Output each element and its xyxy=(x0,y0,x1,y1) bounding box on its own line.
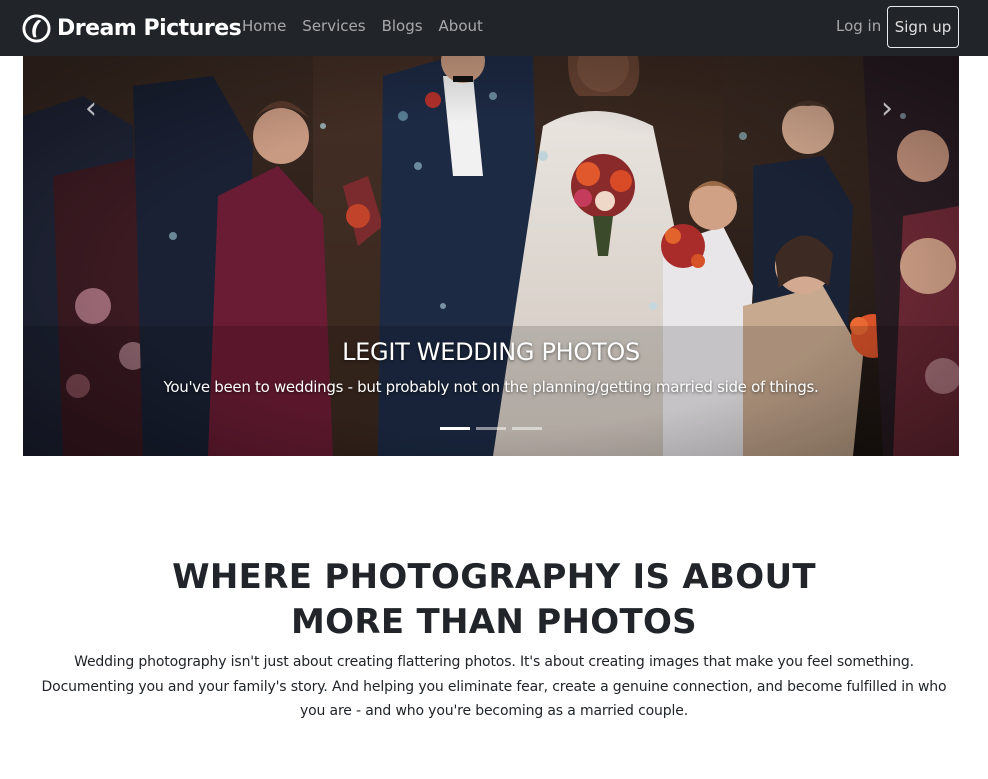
intro-heading-line-1: WHERE PHOTOGRAPHY IS ABOUT xyxy=(172,557,816,597)
nav-link-blogs[interactable]: Blogs xyxy=(382,17,423,35)
signup-button[interactable]: Sign up xyxy=(887,6,959,48)
nav-link-home[interactable]: Home xyxy=(242,17,286,35)
carousel-indicators xyxy=(440,427,542,430)
intro-heading-line-2: MORE THAN PHOTOS xyxy=(291,602,697,642)
carousel-caption-text: You've been to weddings - but probably n… xyxy=(163,378,819,396)
camera-aperture-icon xyxy=(22,13,51,43)
intro-text: Wedding photography isn't just about cre… xyxy=(41,654,947,719)
intro-heading: WHERE PHOTOGRAPHY IS ABOUT MORE THAN PHO… xyxy=(0,555,988,645)
nav-link-about[interactable]: About xyxy=(439,17,483,35)
chevron-left-icon[interactable]: ‹ xyxy=(79,88,103,128)
carousel-indicator-1[interactable] xyxy=(440,427,470,430)
login-link[interactable]: Log in xyxy=(836,17,881,35)
navbar: Dream Pictures Home Services Blogs About… xyxy=(0,0,988,56)
hero-carousel: ‹ › LEGIT WEDDING PHOTOS You've been to … xyxy=(23,56,959,456)
carousel-indicator-3[interactable] xyxy=(512,427,542,430)
wedding-photo xyxy=(23,56,959,456)
carousel-indicator-2[interactable] xyxy=(476,427,506,430)
brand-link[interactable]: Dream Pictures xyxy=(22,12,242,44)
carousel-caption-title: LEGIT WEDDING PHOTOS xyxy=(342,338,640,366)
chevron-right-icon[interactable]: › xyxy=(875,88,899,128)
brand-name: Dream Pictures xyxy=(57,15,242,41)
nav-links: Home Services Blogs About xyxy=(242,17,483,35)
nav-link-services[interactable]: Services xyxy=(302,17,365,35)
